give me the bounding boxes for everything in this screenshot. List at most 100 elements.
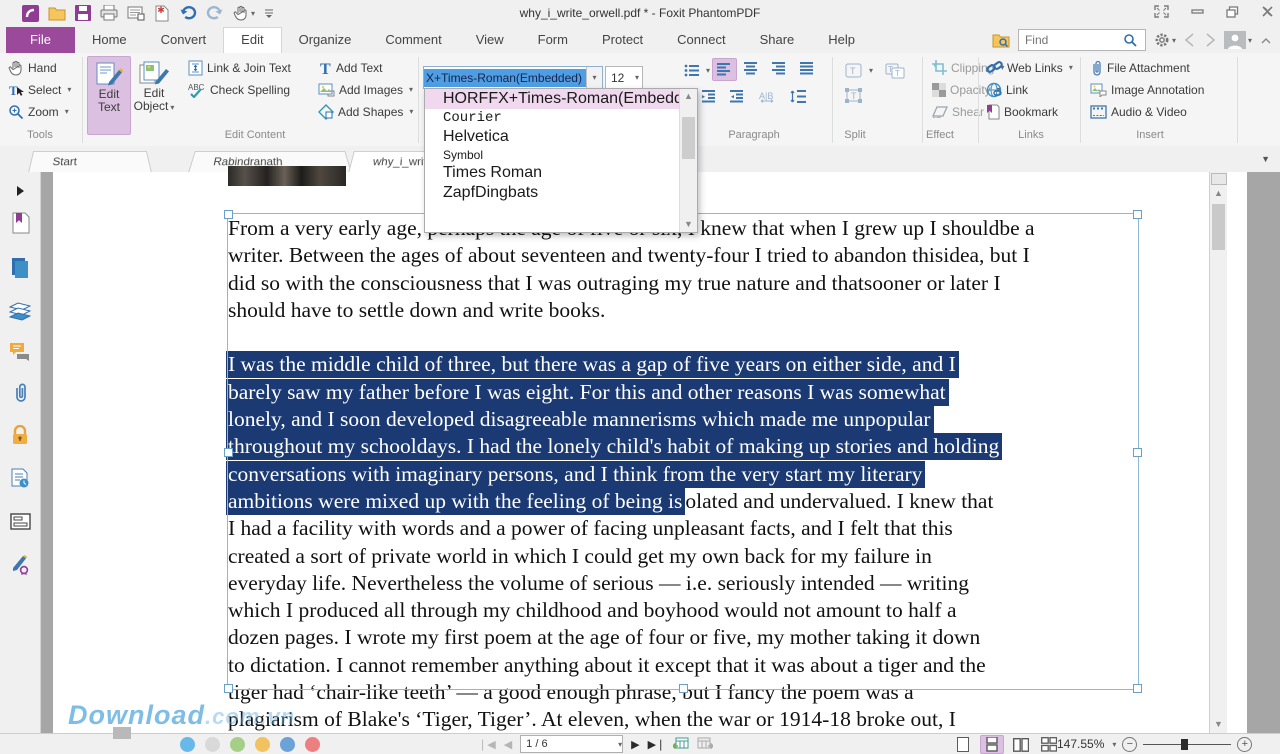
document-text[interactable]: From a very early age, perhaps the age o… [228,215,1188,734]
tab-list-icon[interactable]: ▼ [1261,154,1270,164]
search-folder-icon[interactable] [992,32,1010,47]
add-text-button[interactable]: TAdd Text [318,58,382,77]
history-back-icon[interactable] [1184,33,1196,48]
scroll-up-icon[interactable]: ▲ [1210,186,1227,200]
layers-panel-icon[interactable] [9,300,31,322]
indent-left-button[interactable] [698,86,721,107]
scroll-up-icon[interactable]: ▲ [680,89,697,104]
font-option-zapfdingbats[interactable]: ZapfDingbats [425,183,680,203]
zoom-slider[interactable] [1143,744,1231,745]
pdf-page[interactable]: From a very early age, perhaps the age o… [53,172,1247,733]
fields-panel-icon[interactable] [9,510,31,532]
font-option-symbol[interactable]: Symbol [425,147,680,163]
font-family-dropdown-button[interactable]: ▾ [586,67,602,88]
scrollbar-thumb[interactable] [1212,204,1225,250]
bookmark-button[interactable]: Bookmark [986,102,1058,121]
link-join-text-button[interactable]: Link & Join Text [188,58,291,77]
scroll-down-icon[interactable]: ▼ [680,217,697,232]
signature-panel-icon[interactable] [9,554,31,576]
single-page-view-icon[interactable] [952,736,974,753]
zoom-slider-handle[interactable] [1181,739,1188,750]
bullet-list-button[interactable]: ▾ [684,61,710,80]
tab-home[interactable]: Home [75,27,144,53]
search-icon[interactable] [1123,33,1137,47]
align-center-button[interactable] [740,58,763,79]
history-forward-icon[interactable] [1204,33,1216,48]
split-object-button[interactable]: T [845,86,863,105]
tab-form[interactable]: Form [521,27,585,53]
align-right-button[interactable] [768,58,791,79]
tab-file[interactable]: File [6,27,75,53]
security-panel-icon[interactable] [9,424,31,446]
decrease-indent-button[interactable] [726,86,749,107]
previous-page-button[interactable]: ◀ [504,738,512,751]
account-avatar[interactable]: ▾ [1224,31,1252,49]
facing-view-icon[interactable] [1010,736,1032,753]
close-icon[interactable] [1261,4,1274,18]
dropdown-scrollbar[interactable]: ▲ ▼ [679,89,697,232]
font-option-times-roman[interactable]: Times Roman [425,163,680,183]
font-family-combobox[interactable]: X+Times-Roman(Embedded) ▾ [423,66,603,89]
zoom-button[interactable]: Zoom▾ [8,102,69,121]
image-annotation-button[interactable]: Image Annotation [1090,80,1204,99]
minimize-icon[interactable] [1191,4,1204,18]
character-spacing-button[interactable]: A|B [756,86,779,107]
last-page-button[interactable]: ▶❘ [648,738,666,751]
tab-protect[interactable]: Protect [585,27,660,53]
font-size-combobox[interactable]: 12 ▾ [605,66,643,89]
font-option-helvetica[interactable]: Helvetica [425,127,680,147]
audio-video-button[interactable]: Audio & Video [1090,102,1187,121]
scroll-down-icon[interactable]: ▼ [1210,717,1227,731]
check-spelling-button[interactable]: ABCCheck Spelling [188,80,290,99]
restore-icon[interactable] [1226,4,1239,18]
web-links-button[interactable]: Web Links▾ [986,58,1073,77]
hand-button[interactable]: Hand [8,58,57,77]
tab-organize[interactable]: Organize [282,27,369,53]
zoom-in-button[interactable]: + [1237,737,1252,752]
tab-connect[interactable]: Connect [660,27,742,53]
add-shapes-button[interactable]: Add Shapes▾ [318,102,413,121]
merge-text-button[interactable]: TT [885,61,905,80]
previous-view-icon[interactable] [673,737,689,752]
settings-gear-icon[interactable]: ▾ [1154,32,1176,48]
fullscreen-icon[interactable] [1154,4,1169,18]
continuous-view-icon[interactable] [980,735,1004,754]
scrollbar-thumb[interactable] [682,117,695,159]
vertical-scrollbar[interactable]: ▲ ▼ [1209,172,1227,733]
line-spacing-button[interactable] [786,86,809,107]
font-option-courier[interactable]: Courier [425,109,680,127]
tab-convert[interactable]: Convert [144,27,224,53]
justify-button[interactable] [796,58,819,79]
select-button[interactable]: TSelect▾ [8,80,71,99]
tab-help[interactable]: Help [811,27,872,53]
edit-text-button[interactable]: Edit Text [87,56,131,135]
file-attachment-button[interactable]: File Attachment [1090,58,1190,77]
next-view-icon[interactable] [697,737,713,752]
zoom-out-button[interactable]: − [1122,737,1137,752]
chevron-down-icon[interactable]: ▾ [1112,740,1116,749]
doc-tab-start[interactable]: Start [28,151,152,173]
link-button[interactable]: Link [986,80,1028,99]
tab-edit[interactable]: Edit [223,27,281,53]
split-text-button[interactable]: T▾ [845,61,873,80]
expand-panel-icon[interactable] [9,180,31,202]
tab-view[interactable]: View [459,27,521,53]
first-page-button[interactable]: ❘◀ [478,738,496,751]
bookmarks-panel-icon[interactable] [9,212,31,234]
find-input[interactable] [1023,32,1123,48]
pages-panel-icon[interactable] [9,257,31,279]
shear-button[interactable]: Shear [932,102,984,121]
align-left-button[interactable] [712,58,737,81]
comments-panel-icon[interactable] [9,340,31,362]
attachments-panel-icon[interactable] [9,382,31,404]
split-view-handle[interactable] [1211,173,1227,185]
page-number-box[interactable]: 1 / 6▾ [520,735,623,753]
collapse-ribbon-icon[interactable] [1260,33,1272,47]
next-page-button[interactable]: ▶ [631,738,639,751]
validation-panel-icon[interactable] [9,467,31,489]
tab-comment[interactable]: Comment [368,27,458,53]
font-option-embedded[interactable]: HORFFX+Times-Roman(Embedded) [425,89,680,109]
edit-object-button[interactable]: Edit Object▾ [133,56,175,133]
add-images-button[interactable]: Add Images▾ [318,80,413,99]
tab-share[interactable]: Share [743,27,812,53]
